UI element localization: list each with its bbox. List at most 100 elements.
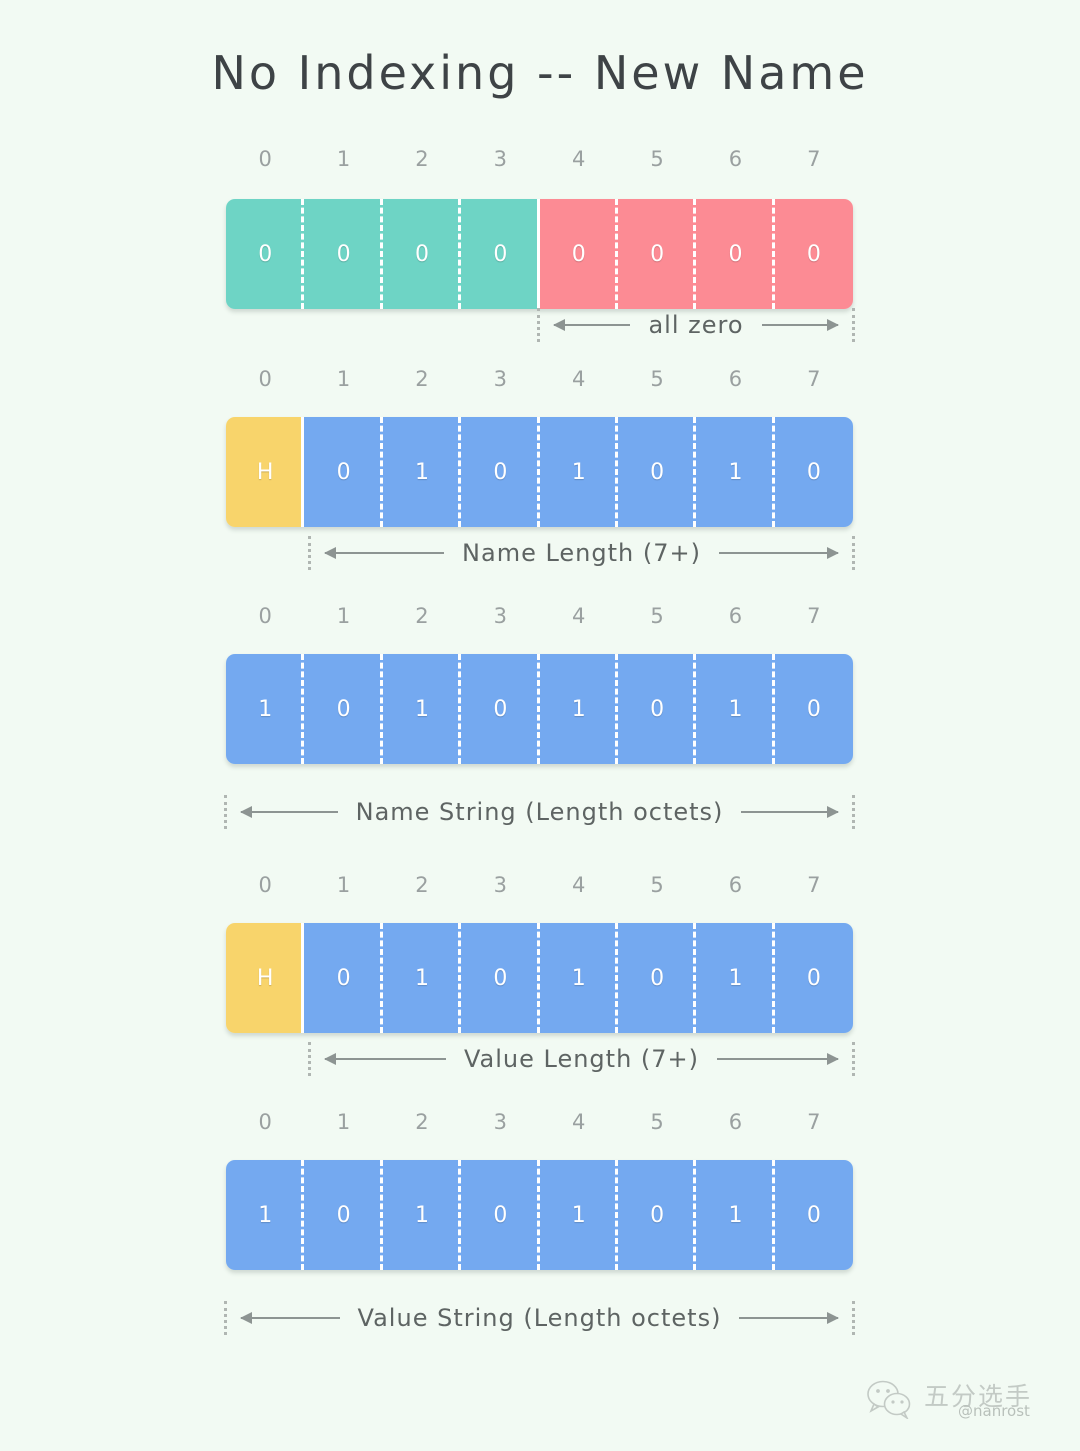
- bit-index-7: 7: [807, 604, 821, 628]
- bit-bar: 1 0 1 0 1 0 1 0: [226, 654, 853, 764]
- bit-cell: 0: [617, 417, 697, 527]
- bit-cell: 0: [617, 199, 697, 309]
- bit-index-1: 1: [336, 147, 351, 171]
- bit-index-4: 4: [572, 873, 586, 897]
- caption-label: Name Length (7+): [462, 539, 701, 567]
- caption-all-zero: all zero: [537, 305, 855, 345]
- bit-index-1: 1: [336, 1110, 351, 1134]
- bit-index-5: 5: [650, 147, 664, 171]
- bit-ruler: 0 1 2 3 4 5 6 7: [226, 601, 853, 631]
- bit-cell: 1: [696, 417, 776, 527]
- bit-cell: 0: [461, 199, 540, 309]
- bit-cell: 0: [304, 923, 384, 1033]
- caption-end-marker: [852, 308, 855, 342]
- bit-cell: 0: [461, 923, 540, 1033]
- caption-label: Name String (Length octets): [355, 798, 724, 826]
- bit-index-4: 4: [572, 367, 586, 391]
- caption-end-marker: [224, 795, 227, 829]
- bit-cell: 1: [226, 654, 305, 764]
- diagram-page: No Indexing -- New Name 0 1 2 3 4 5 6 7 …: [0, 0, 1080, 1451]
- caption-label: Value String (Length octets): [357, 1304, 722, 1332]
- bit-index-6: 6: [728, 1110, 743, 1134]
- octet-row-value-string: 1 0 1 0 1 0 1 0: [226, 1160, 853, 1270]
- arrow-left-icon: [323, 547, 445, 559]
- caption-end-marker: [537, 308, 540, 342]
- bit-index-5: 5: [650, 873, 664, 897]
- caption-value-string: Value String (Length octets): [224, 1298, 855, 1338]
- bit-cell: 0: [539, 199, 619, 309]
- bit-index-1: 1: [336, 604, 351, 628]
- page-title: No Indexing -- New Name: [211, 46, 869, 100]
- bit-cell: 1: [539, 654, 619, 764]
- bit-index-6: 6: [728, 873, 743, 897]
- arrow-right-icon: [717, 1053, 839, 1065]
- bit-index-2: 2: [415, 367, 429, 391]
- bit-cell: 0: [774, 1160, 853, 1270]
- bit-cell: 0: [382, 199, 462, 309]
- bit-index-3: 3: [493, 147, 507, 171]
- bit-cell: 1: [539, 1160, 619, 1270]
- octet-row-name-string: 1 0 1 0 1 0 1 0: [226, 654, 853, 764]
- bit-index-4: 4: [572, 147, 586, 171]
- bit-index-2: 2: [415, 147, 429, 171]
- bit-ruler: 0 1 2 3 4 5 6 7: [226, 144, 853, 174]
- bit-index-6: 6: [728, 604, 743, 628]
- bit-ruler-row-5: 0 1 2 3 4 5 6 7: [226, 1107, 853, 1137]
- bit-cell: 0: [617, 923, 697, 1033]
- caption-name-string: Name String (Length octets): [224, 792, 856, 832]
- bit-cell: 1: [696, 923, 776, 1033]
- bit-bar: 0 0 0 0 0 0 0 0: [226, 199, 853, 309]
- bit-cell: 0: [304, 417, 384, 527]
- bit-ruler-row-1: 0 1 2 3 4 5 6 7: [226, 144, 853, 174]
- bit-cell: 1: [382, 1160, 462, 1270]
- bit-cell: 0: [617, 1160, 697, 1270]
- bit-index-2: 2: [415, 873, 429, 897]
- bit-index-5: 5: [650, 604, 664, 628]
- octet-row-prefix: 0 0 0 0 0 0 0 0: [226, 199, 853, 309]
- caption-name-length: Name Length (7+): [308, 533, 856, 573]
- bit-cell: 0: [304, 654, 384, 764]
- bit-cell: 1: [382, 923, 462, 1033]
- bit-cell: 1: [226, 1160, 305, 1270]
- bit-cell: 0: [617, 654, 697, 764]
- wechat-icon: [867, 1380, 911, 1419]
- caption-end-marker: [224, 1301, 227, 1335]
- bit-index-1: 1: [336, 873, 351, 897]
- bit-index-0: 0: [258, 873, 272, 897]
- bit-cell: 0: [304, 199, 384, 309]
- bit-ruler: 0 1 2 3 4 5 6 7: [226, 870, 853, 900]
- arrow-left-icon: [552, 319, 631, 331]
- bit-cell: 0: [696, 199, 776, 309]
- bit-index-4: 4: [572, 1110, 586, 1134]
- caption-end-marker: [852, 1301, 855, 1335]
- bit-bar: 1 0 1 0 1 0 1 0: [226, 1160, 853, 1270]
- bit-index-3: 3: [493, 873, 507, 897]
- caption-end-marker: [308, 1042, 311, 1076]
- bit-index-5: 5: [650, 367, 664, 391]
- bit-cell: 1: [539, 923, 619, 1033]
- bit-cell: 0: [461, 654, 540, 764]
- arrow-left-icon: [324, 1053, 446, 1065]
- bit-cell: 0: [226, 199, 305, 309]
- bit-index-0: 0: [258, 147, 272, 171]
- bit-cell: 1: [382, 654, 462, 764]
- bit-ruler-row-2: 0 1 2 3 4 5 6 7: [226, 364, 853, 394]
- octet-row-name-length: H 0 1 0 1 0 1 0: [226, 417, 853, 527]
- bit-cell: 0: [774, 654, 853, 764]
- arrow-right-icon: [739, 1312, 839, 1324]
- bit-cell: 0: [461, 1160, 540, 1270]
- bit-cell: 0: [774, 199, 853, 309]
- arrow-right-icon: [718, 547, 840, 559]
- bit-index-3: 3: [493, 367, 507, 391]
- caption-value-length: Value Length (7+): [308, 1039, 855, 1079]
- bit-ruler: 0 1 2 3 4 5 6 7: [226, 1107, 853, 1137]
- bit-index-1: 1: [336, 367, 351, 391]
- caption-end-marker: [852, 1042, 855, 1076]
- bit-index-6: 6: [728, 367, 743, 391]
- bit-index-0: 0: [258, 1110, 272, 1134]
- bit-cell: 1: [696, 654, 776, 764]
- bit-index-4: 4: [572, 604, 586, 628]
- watermark: 五分选手 @nanrost: [862, 1369, 1062, 1431]
- bit-index-2: 2: [415, 604, 429, 628]
- bit-index-2: 2: [415, 1110, 429, 1134]
